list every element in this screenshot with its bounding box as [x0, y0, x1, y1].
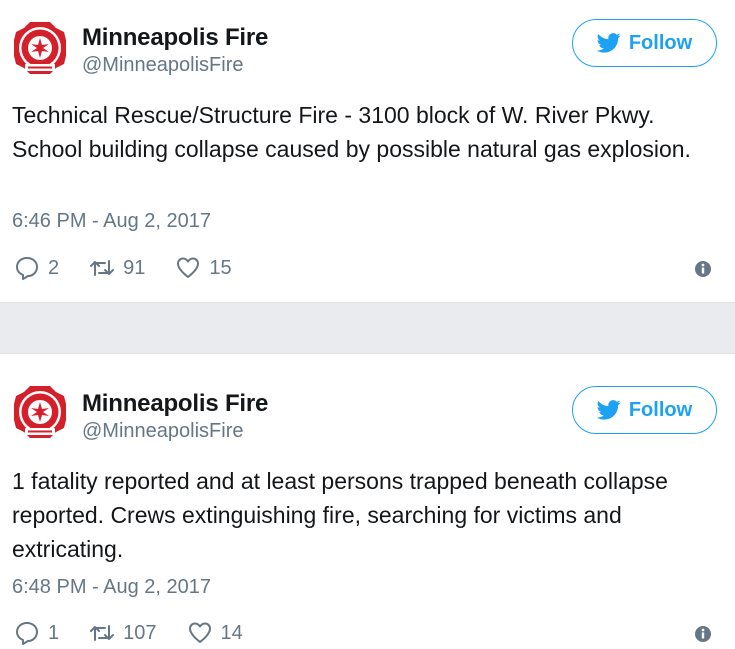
follow-button[interactable]: Follow	[572, 19, 717, 67]
tweet-text: Technical Rescue/Structure Fire - 3100 b…	[12, 102, 691, 162]
like-count: 14	[220, 621, 243, 644]
heart-icon	[188, 622, 211, 643]
reply-button[interactable]: 2	[14, 255, 59, 281]
retweet-count: 107	[123, 621, 157, 644]
tweet-card: Minneapolis Fire @MinneapolisFire Follow…	[0, 0, 735, 302]
reply-icon	[16, 622, 38, 645]
tweet-actions: 1 107 14	[14, 617, 273, 649]
tweet-text: 1 fatality reported and at least persons…	[12, 468, 668, 562]
reply-count: 2	[48, 256, 60, 279]
author-handle[interactable]: @MinneapolisFire	[82, 54, 243, 77]
author-name[interactable]: Minneapolis Fire	[82, 24, 268, 52]
reply-button[interactable]: 1	[14, 620, 59, 646]
reply-count: 1	[48, 621, 60, 644]
tweet-card: Minneapolis Fire @MinneapolisFire Follow…	[0, 354, 735, 648]
retweet-button[interactable]: 107	[89, 620, 157, 646]
retweet-count: 91	[123, 256, 146, 279]
heart-icon	[177, 257, 200, 278]
retweet-button[interactable]: 91	[89, 255, 145, 281]
fire-department-badge-icon[interactable]	[12, 20, 68, 76]
follow-label: Follow	[628, 31, 693, 54]
twitter-bird-icon	[596, 400, 621, 420]
like-button[interactable]: 14	[187, 620, 243, 646]
retweet-icon	[90, 625, 115, 641]
like-count: 15	[209, 256, 232, 279]
author-handle[interactable]: @MinneapolisFire	[82, 420, 243, 443]
tweet-separator	[0, 302, 735, 354]
info-icon[interactable]	[694, 260, 712, 278]
tweet-timestamp[interactable]: 6:48 PM - Aug 2, 2017	[12, 576, 211, 599]
tweet-timestamp[interactable]: 6:46 PM - Aug 2, 2017	[12, 210, 211, 233]
info-icon[interactable]	[694, 625, 712, 643]
author-name[interactable]: Minneapolis Fire	[82, 390, 268, 418]
tweet-actions: 2 91 15	[14, 252, 262, 284]
follow-label: Follow	[628, 398, 693, 421]
retweet-icon	[90, 260, 115, 276]
twitter-bird-icon	[596, 33, 621, 53]
reply-icon	[16, 257, 38, 280]
follow-button[interactable]: Follow	[572, 386, 717, 434]
fire-department-badge-icon[interactable]	[12, 384, 68, 440]
like-button[interactable]: 15	[175, 255, 232, 281]
